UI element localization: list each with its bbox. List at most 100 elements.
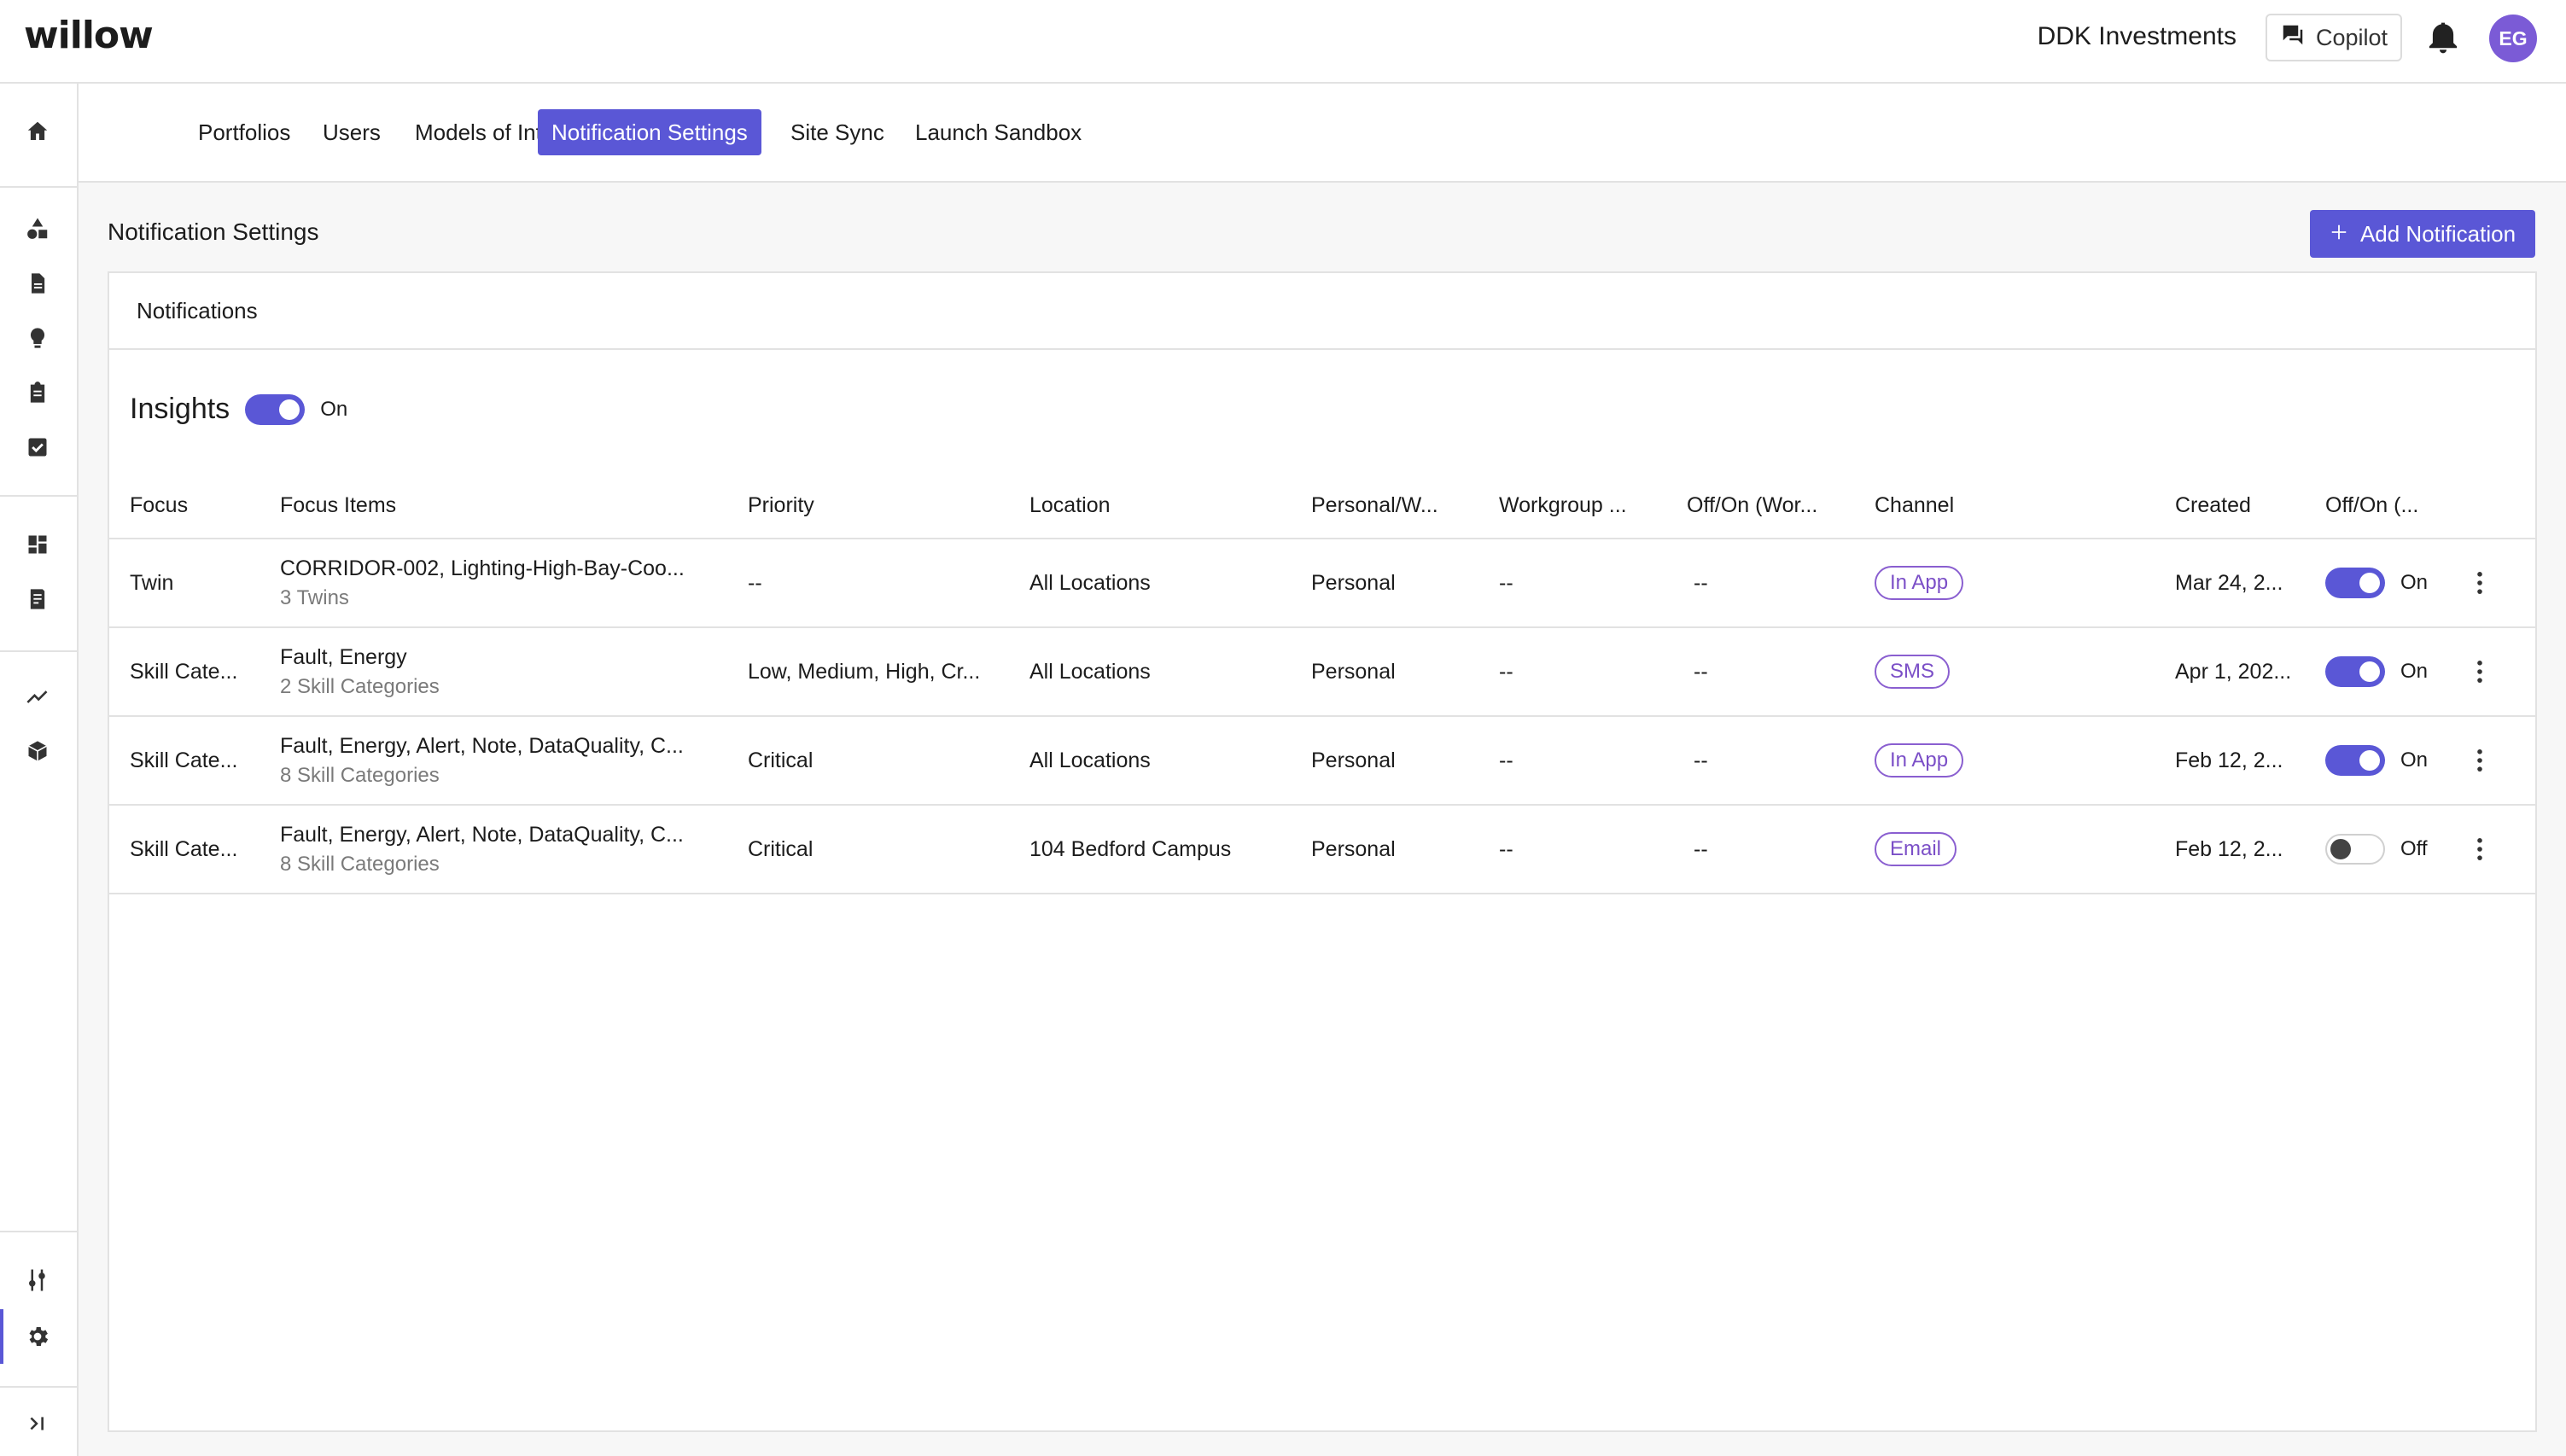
cell-focus-items: Fault, Energy, Alert, Note, DataQuality,… <box>280 806 732 893</box>
lightbulb-icon[interactable] <box>20 321 55 355</box>
cell-focus: Skill Cate... <box>130 748 238 772</box>
sidebar-active-indicator <box>0 1309 3 1364</box>
table-header: Focus Focus Items Priority Location Pers… <box>109 471 2535 539</box>
add-notification-button[interactable]: Add Notification <box>2310 210 2535 258</box>
avatar[interactable]: EG <box>2489 15 2537 62</box>
copilot-label: Copilot <box>2315 24 2388 50</box>
table-row[interactable]: Twin CORRIDOR-002, Lighting-High-Bay-Coo… <box>109 539 2535 628</box>
table-row[interactable]: Skill Cate... Fault, Energy, Alert, Note… <box>109 717 2535 806</box>
channel-chip: In App <box>1875 743 1964 778</box>
focus-items-text: Fault, Energy <box>280 644 407 669</box>
cell-personal: Personal <box>1311 659 1396 684</box>
focus-items-count: 2 Skill Categories <box>280 674 440 698</box>
sidebar <box>0 84 79 1456</box>
cell-offon: On <box>2325 628 2462 715</box>
cell-offon-workgroup: -- <box>1694 836 1708 861</box>
tab-site-sync[interactable]: Site Sync <box>777 109 898 155</box>
shapes-icon[interactable] <box>20 212 55 246</box>
cell-focus-items: Fault, Energy 2 Skill Categories <box>280 628 732 715</box>
cell-personal: Personal <box>1311 748 1396 772</box>
cell-channel: Email <box>1875 806 2131 893</box>
dashboard-icon[interactable] <box>20 527 55 562</box>
row-toggle[interactable] <box>2325 745 2385 776</box>
insights-title: Insights <box>130 393 230 425</box>
focus-items-count: 8 Skill Categories <box>280 763 440 787</box>
focus-items-text: Fault, Energy, Alert, Note, DataQuality,… <box>280 822 684 847</box>
cell-focus: Skill Cate... <box>130 659 238 684</box>
channel-chip: Email <box>1875 832 1957 866</box>
cube-icon[interactable] <box>20 734 55 768</box>
document-icon[interactable] <box>20 266 55 300</box>
more-vert-icon[interactable] <box>2467 659 2493 684</box>
cell-offon-workgroup: -- <box>1694 570 1708 595</box>
channel-chip: SMS <box>1875 655 1951 689</box>
tab-portfolios[interactable]: Portfolios <box>184 109 304 155</box>
col-offon-workgroup[interactable]: Off/On (Wor... <box>1687 471 1857 539</box>
main-content: Notification Settings Add Notification N… <box>79 183 2566 1456</box>
col-channel[interactable]: Channel <box>1875 471 2131 539</box>
sidebar-divider <box>0 1231 77 1232</box>
row-toggle-label: On <box>2400 660 2429 683</box>
copilot-button[interactable]: Copilot <box>2266 14 2402 61</box>
cell-location: All Locations <box>1029 659 1151 684</box>
col-focus-items[interactable]: Focus Items <box>280 471 724 539</box>
more-vert-icon[interactable] <box>2467 748 2493 773</box>
cell-location: All Locations <box>1029 570 1151 595</box>
cell-offon-workgroup: -- <box>1694 748 1708 772</box>
table-row[interactable]: Skill Cate... Fault, Energy, Alert, Note… <box>109 806 2535 894</box>
cell-personal: Personal <box>1311 836 1396 861</box>
tab-users[interactable]: Users <box>309 109 394 155</box>
gear-icon[interactable] <box>20 1319 55 1354</box>
cell-workgroup: -- <box>1499 748 1513 772</box>
insights-toggle-label: On <box>320 397 348 421</box>
home-icon[interactable] <box>20 114 55 149</box>
sliders-icon[interactable] <box>20 1263 55 1297</box>
more-vert-icon[interactable] <box>2467 570 2493 596</box>
cell-focus-items: Fault, Energy, Alert, Note, DataQuality,… <box>280 717 732 804</box>
table-row[interactable]: Skill Cate... Fault, Energy 2 Skill Cate… <box>109 628 2535 717</box>
cell-priority: Critical <box>748 748 814 772</box>
row-toggle[interactable] <box>2325 834 2385 865</box>
col-focus[interactable]: Focus <box>130 471 266 539</box>
row-toggle[interactable] <box>2325 568 2385 598</box>
willow-logo[interactable]: willow <box>24 14 154 57</box>
cell-channel: In App <box>1875 717 2131 804</box>
col-workgroup[interactable]: Workgroup ... <box>1499 471 1670 539</box>
cell-location: 104 Bedford Campus <box>1029 836 1232 861</box>
col-created[interactable]: Created <box>2175 471 2312 539</box>
tab-launch-sandbox[interactable]: Launch Sandbox <box>901 109 1095 155</box>
cell-channel: In App <box>1875 539 2131 626</box>
cell-workgroup: -- <box>1499 570 1513 595</box>
top-bar: willow DDK Investments Copilot EG <box>0 0 2566 84</box>
clipboard-icon[interactable] <box>20 376 55 410</box>
trend-icon[interactable] <box>20 679 55 713</box>
col-personal-workgroup[interactable]: Personal/W... <box>1311 471 1482 539</box>
panel-title: Notifications <box>109 273 2535 350</box>
cell-workgroup: -- <box>1499 836 1513 861</box>
cell-priority: Critical <box>748 836 814 861</box>
focus-items-count: 8 Skill Categories <box>280 852 440 876</box>
col-location[interactable]: Location <box>1029 471 1286 539</box>
cell-offon: On <box>2325 539 2462 626</box>
insights-toggle[interactable] <box>245 393 306 425</box>
tab-notification-settings[interactable]: Notification Settings <box>538 109 761 155</box>
channel-chip: In App <box>1875 566 1964 600</box>
report-icon[interactable] <box>20 582 55 616</box>
cell-offon: Off <box>2325 806 2462 893</box>
col-priority[interactable]: Priority <box>748 471 1004 539</box>
admin-tabs: Portfolios Users Models of Interest Noti… <box>79 84 2566 183</box>
cell-created: Mar 24, 2... <box>2175 570 2283 595</box>
bell-icon[interactable] <box>2424 19 2462 56</box>
col-offon[interactable]: Off/On (... <box>2325 471 2445 539</box>
focus-items-text: Fault, Energy, Alert, Note, DataQuality,… <box>280 733 684 758</box>
row-toggle[interactable] <box>2325 656 2385 687</box>
cell-priority: Low, Medium, High, Cr... <box>748 659 981 684</box>
insights-header: Insights On <box>130 393 347 426</box>
more-vert-icon[interactable] <box>2467 836 2493 862</box>
cell-channel: SMS <box>1875 628 2131 715</box>
row-toggle-label: Off <box>2400 837 2428 860</box>
focus-items-count: 3 Twins <box>280 585 349 609</box>
row-toggle-label: On <box>2400 748 2429 772</box>
expand-icon[interactable] <box>20 1406 55 1441</box>
checkbox-icon[interactable] <box>20 430 55 464</box>
